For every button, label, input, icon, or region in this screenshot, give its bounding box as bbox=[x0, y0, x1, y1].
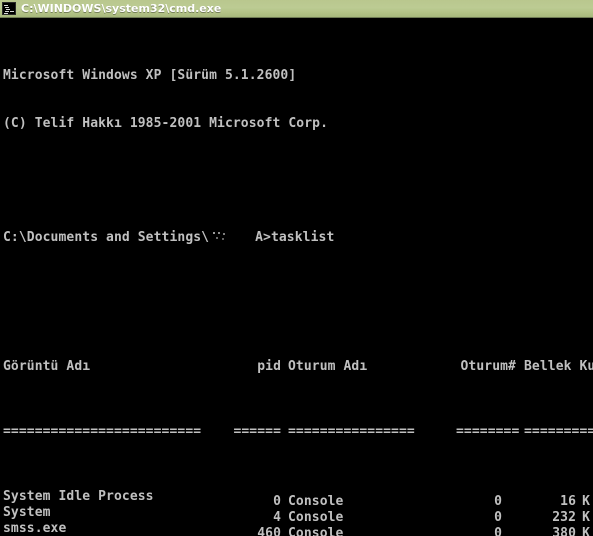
console-output-area[interactable]: Microsoft Windows XP [Sürüm 5.1.2600] (C… bbox=[0, 18, 593, 536]
banner-line-2: (C) Telif Hakkı 1985-2001 Microsoft Corp… bbox=[3, 116, 328, 132]
header-session-name: Oturum Adı bbox=[288, 359, 368, 375]
header-pid: pid bbox=[257, 359, 281, 375]
window-title: C:\WINDOWS\system32\cmd.exe bbox=[21, 1, 222, 15]
separator-pid: ====== bbox=[233, 423, 281, 439]
cmd-console-icon bbox=[2, 2, 16, 15]
cmd-window: C:\WINDOWS\system32\cmd.exe Microsoft Wi… bbox=[0, 0, 593, 536]
prompt-line-top: C:\Documents and Settings\ A>tasklist bbox=[3, 230, 593, 246]
process-name: System bbox=[3, 504, 51, 520]
process-name: System Idle Process bbox=[3, 488, 154, 504]
header-session-num: Oturum# bbox=[460, 359, 516, 375]
separator-mem-usage: ============ bbox=[524, 423, 593, 439]
process-list: System Idle Process 0 Console 0 16 K System 4 Co… bbox=[3, 489, 593, 536]
process-session-name: Console bbox=[288, 526, 344, 536]
process-pid: 460 bbox=[257, 526, 281, 536]
separator-session-name: ================ bbox=[288, 423, 415, 439]
header-mem-usage: Bellek Kulla bbox=[524, 359, 593, 375]
separator-session-num: ======== bbox=[456, 423, 520, 439]
table-row: smss.exe 460 Console 0 380 K bbox=[3, 521, 593, 536]
table-row: System 4 Console 0 232 K bbox=[3, 504, 593, 525]
header-image-name: Görüntü Adı bbox=[3, 359, 91, 375]
process-mem-usage: 380 bbox=[552, 526, 576, 536]
prompt-path-prefix: C:\Documents and Settings\ bbox=[3, 229, 210, 245]
prompt-path-suffix: A> bbox=[255, 229, 271, 245]
redacted-username bbox=[209, 231, 255, 242]
process-session-num: 0 bbox=[494, 526, 502, 536]
window-titlebar[interactable]: C:\WINDOWS\system32\cmd.exe bbox=[0, 0, 593, 18]
banner-line-1: Microsoft Windows XP [Sürüm 5.1.2600] bbox=[3, 67, 297, 83]
table-separator-row: ========================= ====== =========… bbox=[3, 424, 593, 440]
spacer-line-2 bbox=[3, 294, 593, 310]
separator-image-name: ========================= bbox=[3, 423, 202, 439]
table-header-row: Görüntü Adı pid Oturum Adı Oturum# Bellek Ku… bbox=[3, 359, 593, 375]
table-row: System Idle Process 0 Console 0 16 K bbox=[3, 488, 593, 509]
process-mem-unit: K bbox=[582, 526, 590, 536]
process-name: smss.exe bbox=[3, 521, 67, 536]
typed-command: tasklist bbox=[270, 229, 335, 245]
